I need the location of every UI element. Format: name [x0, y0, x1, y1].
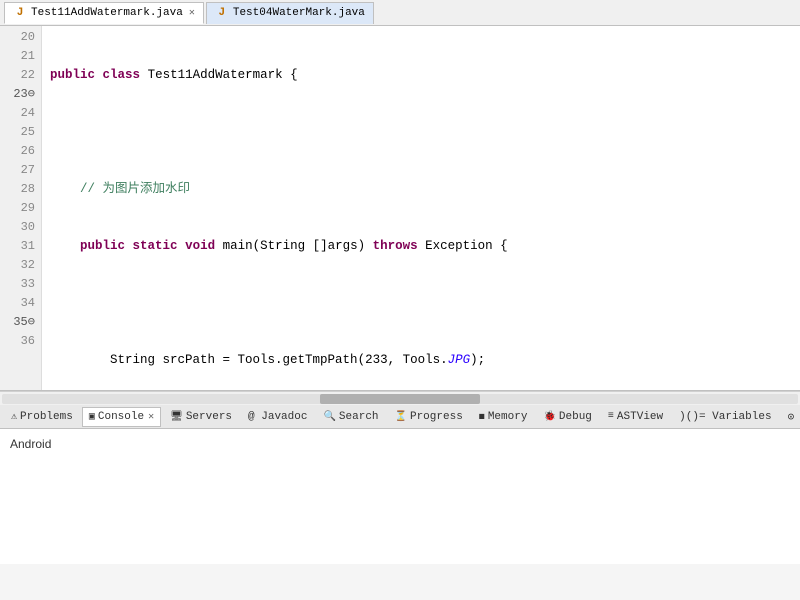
ln-28: 28: [6, 180, 35, 199]
code-line-25: String srcPath = Tools.getTmpPath(233, T…: [50, 351, 800, 370]
code-line-24: [50, 294, 800, 313]
tab-close-test11[interactable]: ✕: [189, 7, 195, 19]
tab-memory-label: Memory: [488, 411, 528, 423]
ln-24: 24: [6, 104, 35, 123]
tab-variables[interactable]: )()= Variables: [672, 407, 778, 427]
ln-34: 34: [6, 294, 35, 313]
tab-test04[interactable]: J Test04WaterMark.java: [206, 2, 374, 24]
ln-25: 25: [6, 123, 35, 142]
tab-console-label: Console: [98, 411, 144, 423]
ln-32: 32: [6, 256, 35, 275]
bottom-tab-bar: ⚠ Problems ▣ Console ✕ 🖥 Servers @ Javad…: [0, 405, 800, 429]
console-close[interactable]: ✕: [148, 411, 154, 423]
ln-23: 23⊖: [6, 85, 35, 104]
tab-javadoc-label: @ Javadoc: [248, 411, 307, 423]
code-line-23: public static void main(String []args) t…: [50, 237, 800, 256]
ln-20: 20: [6, 28, 35, 47]
tab-astview[interactable]: ≡ ASTView: [601, 407, 670, 427]
ln-33: 33: [6, 275, 35, 294]
tab-label-test11: Test11AddWatermark.java: [31, 7, 183, 19]
tab-problems-label: Problems: [20, 411, 73, 423]
tab-test11[interactable]: J Test11AddWatermark.java ✕: [4, 2, 204, 24]
tab-progress[interactable]: ⏳ Progress: [388, 407, 470, 427]
ln-21: 21: [6, 47, 35, 66]
scroll-thumb[interactable]: [320, 394, 479, 404]
problems-icon: ⚠: [11, 411, 17, 423]
tab-servers-label: Servers: [186, 411, 232, 423]
tab-label-test04: Test04WaterMark.java: [233, 7, 365, 19]
line-number-gutter: 20 21 22 23⊖ 24 25 26 27 28 29 30 31 32 …: [0, 26, 42, 390]
ln-35: 35⊖: [6, 313, 35, 332]
console-panel: Android: [0, 429, 800, 564]
tab-progress-label: Progress: [410, 411, 463, 423]
ln-31: 31: [6, 237, 35, 256]
search-icon: 🔍: [323, 411, 335, 423]
tab-javadoc[interactable]: @ Javadoc: [241, 407, 314, 427]
tab-search[interactable]: 🔍 Search: [316, 407, 385, 427]
scroll-track[interactable]: [2, 394, 798, 404]
tab-brea-label: ⊙ Brea: [788, 410, 800, 424]
java-file-icon-2: J: [215, 6, 229, 20]
tab-brea[interactable]: ⊙ Brea: [781, 407, 800, 427]
tab-debug[interactable]: 🐞 Debug: [536, 407, 598, 427]
code-line-20: public class Test11AddWatermark {: [50, 66, 800, 85]
code-editor: 20 21 22 23⊖ 24 25 26 27 28 29 30 31 32 …: [0, 26, 800, 391]
tab-problems[interactable]: ⚠ Problems: [4, 407, 80, 427]
tab-console[interactable]: ▣ Console ✕: [82, 407, 161, 427]
java-file-icon: J: [13, 6, 27, 20]
tab-memory[interactable]: ◼ Memory: [472, 407, 535, 427]
servers-icon: 🖥: [170, 411, 183, 423]
code-line-21: [50, 123, 800, 142]
memory-icon: ◼: [479, 411, 485, 423]
ln-27: 27: [6, 161, 35, 180]
debug-icon: 🐞: [543, 411, 555, 423]
tab-debug-label: Debug: [559, 411, 592, 423]
horizontal-scrollbar[interactable]: [0, 391, 800, 405]
tab-astview-label: ASTView: [617, 411, 663, 423]
ln-36: 36: [6, 332, 35, 351]
astview-icon: ≡: [608, 411, 614, 422]
ln-26: 26: [6, 142, 35, 161]
console-icon: ▣: [89, 411, 95, 423]
editor-tab-bar: J Test11AddWatermark.java ✕ J Test04Wate…: [0, 0, 800, 26]
console-output: Android: [10, 437, 51, 451]
tab-search-label: Search: [339, 411, 379, 423]
progress-icon: ⏳: [395, 411, 407, 423]
tab-variables-label: )()= Variables: [679, 411, 771, 423]
ln-30: 30: [6, 218, 35, 237]
ln-22: 22: [6, 66, 35, 85]
code-line-22: // 为图片添加水印: [50, 180, 800, 199]
ln-29: 29: [6, 199, 35, 218]
tab-servers[interactable]: 🖥 Servers: [163, 407, 239, 427]
code-content[interactable]: public class Test11AddWatermark { // 为图片…: [42, 26, 800, 390]
